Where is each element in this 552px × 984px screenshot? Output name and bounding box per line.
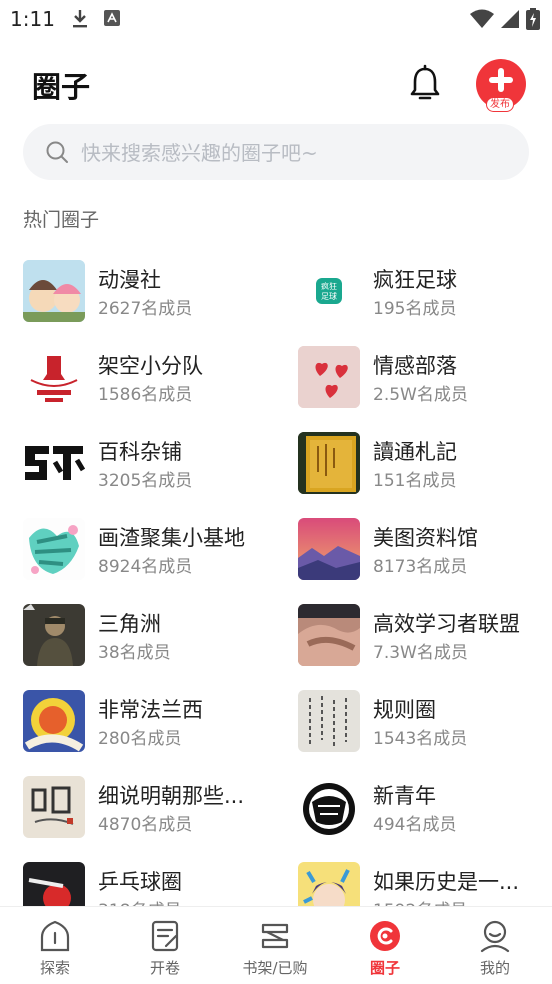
- circle-name: 新青年: [373, 784, 436, 808]
- tab-label: 开卷: [149, 959, 180, 977]
- search-icon: [46, 141, 68, 163]
- battery-charging-icon: [526, 8, 540, 30]
- circle-name: 高效学习者联盟: [373, 612, 520, 636]
- circle-item[interactable]: 情感部落 2.5W名成员: [298, 342, 552, 408]
- circle-members: 1586名成员: [98, 385, 193, 405]
- circle-members: 1543名成员: [373, 729, 468, 749]
- circle-avatar: [298, 518, 360, 580]
- tab-explore[interactable]: 探索: [0, 907, 110, 984]
- circle-item[interactable]: 架空小分队 1586名成员: [23, 342, 283, 408]
- circle-avatar: [23, 690, 85, 752]
- circle-item[interactable]: 三角洲 38名成员: [23, 600, 283, 666]
- circle-item[interactable]: 如果历史是一... 1592名成员: [298, 858, 552, 906]
- circle-members: 195名成员: [373, 299, 457, 319]
- circle-avatar: [23, 260, 85, 322]
- circle-item[interactable]: 动漫社 2627名成员: [23, 256, 283, 322]
- publish-button[interactable]: 发布: [476, 59, 526, 112]
- circle-item[interactable]: 规则圈 1543名成员: [298, 686, 552, 752]
- circle-name: 乒乓球圈: [98, 870, 182, 894]
- circle-name: 规则圈: [373, 698, 436, 722]
- tab-open-book[interactable]: 开卷: [110, 907, 220, 984]
- circle-avatar: [23, 518, 85, 580]
- circle-avatar: [298, 690, 360, 752]
- signal-icon: [501, 10, 519, 28]
- search-bar[interactable]: [23, 124, 529, 180]
- circle-members: 8173名成员: [373, 557, 468, 577]
- download-icon: [73, 10, 87, 28]
- explore-icon: [40, 920, 70, 952]
- circles-icon: [370, 921, 400, 951]
- circle-avatar: [23, 432, 85, 494]
- circle-item[interactable]: 画渣聚集小基地 8924名成员: [23, 514, 283, 580]
- circle-name: 百科杂铺: [98, 440, 182, 464]
- svg-text:疯狂: 疯狂: [321, 281, 337, 291]
- circle-name: 如果历史是一...: [373, 870, 520, 894]
- notification-bell-icon[interactable]: [405, 64, 445, 104]
- tab-label: 书架/已购: [242, 959, 308, 977]
- circle-avatar: [298, 776, 360, 838]
- header: 圈子 发布: [0, 56, 552, 112]
- circle-avatar: [23, 776, 85, 838]
- publish-label: 发布: [486, 97, 514, 112]
- circle-members: 494名成员: [373, 815, 457, 835]
- circle-name: 三角洲: [98, 612, 161, 636]
- svg-text:足球: 足球: [321, 291, 337, 301]
- circle-members: 2627名成员: [98, 299, 193, 319]
- circle-name: 美图资料馆: [373, 526, 478, 550]
- circle-members: 7.3W名成员: [373, 643, 468, 663]
- circle-avatar: [298, 432, 360, 494]
- circle-members: 280名成员: [98, 729, 182, 749]
- status-bar: 1:11: [0, 0, 552, 40]
- bookshelf-icon: [261, 923, 289, 949]
- circle-members: 3205名成员: [98, 471, 193, 491]
- tab-mine[interactable]: 我的: [440, 907, 550, 984]
- circle-name: 架空小分队: [98, 354, 203, 378]
- circle-item[interactable]: 新青年 494名成员: [298, 772, 552, 838]
- circle-avatar: [298, 862, 360, 906]
- circle-item[interactable]: 细说明朝那些... 4870名成员: [23, 772, 283, 838]
- circle-item[interactable]: 疯狂 足球 疯狂足球 195名成员: [298, 256, 552, 322]
- bottom-nav: 探索 开卷 书架/已购 圈子 我的: [0, 906, 552, 984]
- circle-grid: 动漫社 2627名成员 疯狂 足球 疯狂足球 195名成员 架空小分队 1586…: [0, 256, 552, 906]
- edit-document-icon: [151, 920, 179, 952]
- circle-members: 318名成员: [98, 896, 181, 906]
- circle-name: 情感部落: [373, 354, 457, 378]
- circle-name: 细说明朝那些...: [98, 784, 245, 808]
- circle-name: 疯狂足球: [373, 268, 457, 292]
- profile-icon: [480, 920, 510, 953]
- keyboard-a-icon: [104, 10, 120, 26]
- circle-members: 8924名成员: [98, 557, 193, 577]
- circle-item[interactable]: 美图资料馆 8173名成员: [298, 514, 552, 580]
- circle-item[interactable]: 非常法兰西 280名成员: [23, 686, 283, 752]
- circle-avatar: [23, 862, 85, 906]
- status-time: 1:11: [10, 7, 55, 31]
- circle-members: 4870名成员: [98, 815, 193, 835]
- circle-item[interactable]: 高效学习者联盟 7.3W名成员: [298, 600, 552, 666]
- tab-circles[interactable]: 圈子: [330, 907, 440, 984]
- circle-name: 画渣聚集小基地: [98, 526, 245, 550]
- tab-label: 圈子: [369, 959, 400, 977]
- wifi-icon: [470, 9, 494, 28]
- circle-name: 动漫社: [98, 268, 161, 292]
- circle-name: 非常法兰西: [98, 698, 203, 722]
- circle-members: 1592名成员: [373, 896, 467, 906]
- circle-avatar: [23, 346, 85, 408]
- search-input[interactable]: [79, 136, 513, 170]
- circle-members: 151名成员: [373, 471, 457, 491]
- circle-avatar: [23, 604, 85, 666]
- circle-item[interactable]: 讀通札記 151名成员: [298, 428, 552, 494]
- circle-avatar: [298, 346, 360, 408]
- circle-members: 2.5W名成员: [373, 385, 468, 405]
- page-title: 圈子: [32, 70, 91, 104]
- tab-label: 我的: [479, 959, 510, 977]
- circle-avatar: [298, 604, 360, 666]
- circle-name: 讀通札記: [373, 440, 457, 464]
- circle-members: 38名成员: [98, 643, 171, 663]
- circle-item[interactable]: 乒乓球圈 318名成员: [23, 858, 283, 906]
- circle-item[interactable]: 百科杂铺 3205名成员: [23, 428, 283, 494]
- tab-label: 探索: [39, 959, 70, 977]
- tab-bookshelf[interactable]: 书架/已购: [220, 907, 330, 984]
- section-title: 热门圈子: [23, 209, 100, 231]
- circle-avatar: 疯狂 足球: [298, 260, 360, 322]
